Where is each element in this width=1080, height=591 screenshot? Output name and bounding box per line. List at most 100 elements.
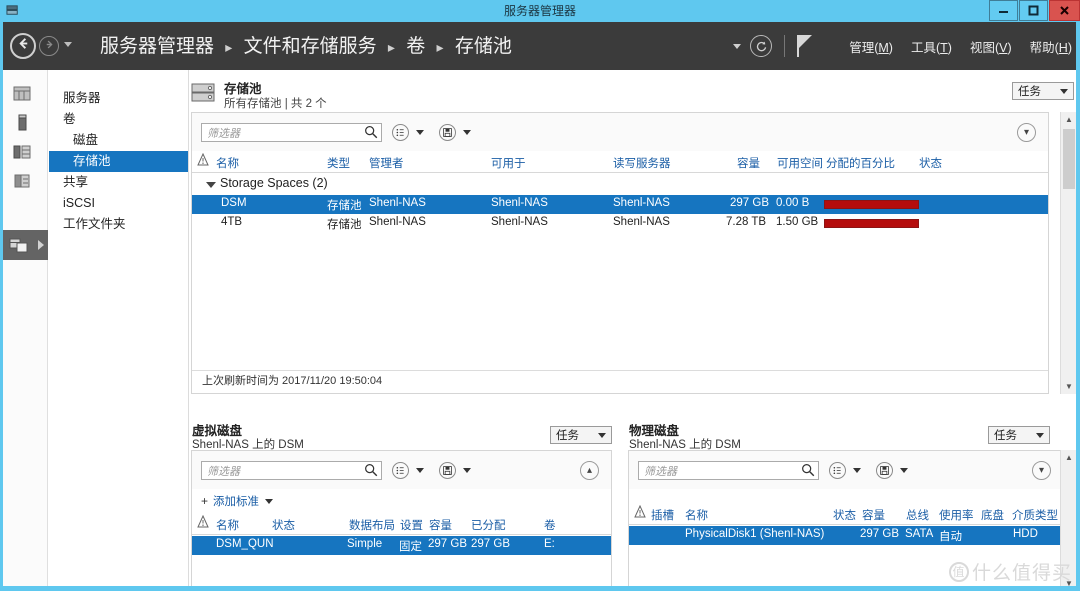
maximize-button[interactable] — [1019, 0, 1048, 21]
minimize-button[interactable] — [989, 0, 1018, 21]
sidebar-item-work-folders[interactable]: 工作文件夹 — [49, 214, 188, 235]
icon-strip — [0, 70, 48, 591]
scrollbar-thumb[interactable] — [1063, 129, 1075, 189]
close-button[interactable] — [1049, 0, 1080, 21]
last-refresh-label: 上次刷新时间为 2017/11/20 19:50:04 — [202, 375, 383, 387]
menu-view[interactable]: 视图(V) — [970, 37, 1012, 56]
sidebar-item-disks[interactable]: 磁盘 — [49, 130, 188, 151]
menu-tools[interactable]: 工具(T) — [911, 37, 952, 56]
sidebar-item-storage-pools[interactable]: 存储池 — [49, 151, 188, 172]
column-slot[interactable]: 插槽 — [651, 507, 674, 523]
column-usage[interactable]: 使用率 — [939, 507, 974, 523]
column-layout[interactable]: 数据布局 — [349, 517, 395, 533]
column-status[interactable]: 状态 — [919, 155, 942, 171]
search-input[interactable]: 筛选器 — [638, 461, 819, 480]
list-view-icon[interactable] — [392, 124, 409, 141]
chevron-down-icon[interactable]: ▾ — [1017, 123, 1036, 142]
column-bus[interactable]: 总线 — [906, 507, 929, 523]
column-chassis[interactable]: 底盘 — [981, 507, 1004, 523]
column-status[interactable]: 状态 — [272, 517, 295, 533]
column-available-to[interactable]: 可用于 — [491, 155, 526, 171]
column-type[interactable]: 类型 — [327, 155, 350, 171]
header-caret-icon[interactable] — [733, 43, 742, 49]
add-criteria-button[interactable]: + 添加标准 — [201, 493, 274, 509]
chevron-down-icon[interactable]: ▾ — [1032, 461, 1051, 480]
collapse-triangle-icon[interactable] — [206, 182, 216, 188]
column-allocated-percent[interactable]: 分配的百分比 — [826, 155, 895, 171]
save-view-caret-icon[interactable] — [463, 130, 471, 135]
list-view-caret-icon[interactable] — [416, 130, 424, 135]
scroll-up-arrow-icon[interactable]: ▲ — [1061, 450, 1077, 465]
list-view-icon[interactable] — [829, 462, 846, 479]
list-view-icon[interactable] — [392, 462, 409, 479]
group-row[interactable]: Storage Spaces (2) — [192, 175, 1048, 194]
search-input[interactable]: 筛选器 — [201, 123, 382, 142]
column-capacity[interactable]: 容量 — [862, 507, 885, 523]
storage-services-icon — [9, 235, 29, 255]
dashboard-icon[interactable] — [12, 84, 32, 104]
chevron-up-icon[interactable]: ▴ — [580, 461, 599, 480]
cell-volume: E: — [544, 538, 555, 550]
header-divider — [784, 35, 786, 57]
menu-help[interactable]: 帮助(H) — [1030, 37, 1072, 56]
sidebar-item-shares[interactable]: 共享 — [49, 172, 188, 193]
refresh-icon[interactable] — [750, 35, 773, 57]
search-placeholder: 筛选器 — [644, 465, 677, 478]
content-scrollbar[interactable]: ▲ ▼ — [1060, 112, 1076, 394]
column-allocated[interactable]: 已分配 — [471, 517, 506, 533]
table-row[interactable]: PhysicalDisk1 (Shenl-NAS) 297 GB SATA 自动… — [629, 526, 1063, 545]
scroll-up-arrow-icon[interactable]: ▲ — [1061, 112, 1077, 127]
cell-rw-server: Shenl-NAS — [613, 216, 670, 228]
column-capacity[interactable]: 容量 — [429, 517, 452, 533]
save-view-caret-icon[interactable] — [463, 468, 471, 473]
table-row[interactable]: DSM 存储池 Shenl-NAS Shenl-NAS Shenl-NAS 29… — [192, 195, 1048, 214]
save-view-icon[interactable] — [876, 462, 893, 479]
search-input[interactable]: 筛选器 — [201, 461, 382, 480]
local-server-icon[interactable] — [12, 113, 32, 133]
column-status[interactable]: 状态 — [833, 507, 856, 523]
column-free-space[interactable]: 可用空间 — [777, 155, 823, 171]
column-rw-server[interactable]: 读写服务器 — [613, 155, 671, 171]
nav-history-caret-icon[interactable] — [64, 42, 72, 47]
sidebar-item-volumes[interactable]: 卷 — [49, 109, 188, 130]
forward-button[interactable] — [39, 36, 59, 56]
list-view-caret-icon[interactable] — [853, 468, 861, 473]
table-row[interactable]: DSM_QUN Simple 固定 297 GB 297 GB E: — [192, 536, 611, 555]
chevron-down-icon — [1036, 432, 1044, 438]
column-volume[interactable]: 卷 — [544, 517, 556, 533]
column-media-type[interactable]: 介质类型 — [1012, 507, 1058, 523]
sidebar-item-iscsi[interactable]: iSCSI — [49, 193, 188, 214]
column-name[interactable]: 名称 — [685, 507, 708, 523]
column-name[interactable]: 名称 — [216, 517, 239, 533]
column-capacity[interactable]: 容量 — [737, 155, 760, 171]
breadcrumb-item-3[interactable]: 存储池 — [455, 36, 512, 57]
menu-manage[interactable]: 管理(M) — [849, 37, 893, 56]
window-title: 服务器管理器 — [503, 4, 576, 18]
search-icon — [363, 124, 381, 141]
list-view-caret-icon[interactable] — [416, 468, 424, 473]
table-row[interactable]: 4TB 存储池 Shenl-NAS Shenl-NAS Shenl-NAS 7.… — [192, 214, 1048, 233]
breadcrumb-separator: ▸ — [225, 39, 233, 55]
save-view-caret-icon[interactable] — [900, 468, 908, 473]
back-button[interactable] — [10, 33, 36, 59]
file-services-icon[interactable] — [12, 171, 32, 191]
physical-disks-tasks-button[interactable]: 任务 — [988, 426, 1050, 444]
virtual-disks-tasks-button[interactable]: 任务 — [550, 426, 612, 444]
save-view-icon[interactable] — [439, 124, 456, 141]
scroll-down-arrow-icon[interactable]: ▼ — [1061, 379, 1077, 394]
column-managed-by[interactable]: 管理者 — [369, 155, 404, 171]
column-name[interactable]: 名称 — [216, 155, 239, 171]
breadcrumb-item-2[interactable]: 卷 — [406, 36, 425, 57]
all-servers-icon[interactable] — [12, 142, 32, 162]
storage-pools-tasks-button[interactable]: 任务 — [1012, 82, 1074, 100]
sidebar-item-servers[interactable]: 服务器 — [49, 88, 188, 109]
save-view-icon[interactable] — [439, 462, 456, 479]
allocation-bar — [824, 219, 919, 228]
expand-arrow-icon — [38, 240, 44, 250]
sidebar-item-storage-services[interactable] — [0, 230, 48, 260]
column-provisioning[interactable]: 设置 — [400, 517, 423, 533]
notifications-flag-icon[interactable] — [797, 35, 815, 57]
chevron-down-icon — [598, 432, 606, 438]
breadcrumb-item-1[interactable]: 文件和存储服务 — [244, 36, 377, 57]
breadcrumb-item-0[interactable]: 服务器管理器 — [100, 36, 214, 57]
